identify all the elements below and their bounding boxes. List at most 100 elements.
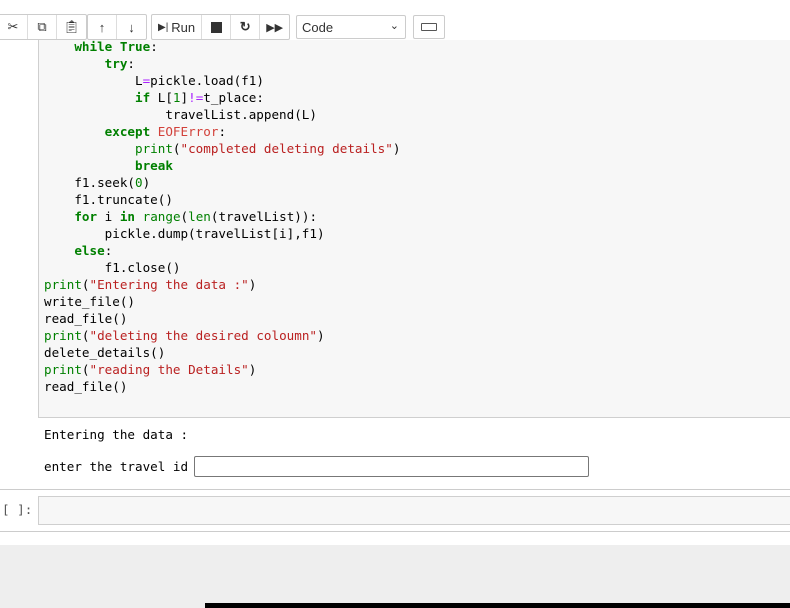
code-token: pickle.load(f1) bbox=[150, 73, 264, 88]
code-line: break bbox=[44, 157, 400, 174]
code-token: ) bbox=[316, 328, 325, 343]
cell-divider bbox=[0, 489, 790, 490]
code-token: i bbox=[97, 209, 120, 224]
code-line: f1.seek(0) bbox=[44, 174, 400, 191]
fast-forward-icon: ▶▶ bbox=[266, 21, 284, 34]
cell-type-select[interactable]: Code ⌄ bbox=[296, 15, 406, 39]
code-token: print bbox=[44, 362, 82, 377]
command-palette-button[interactable] bbox=[413, 15, 445, 39]
code-token: : bbox=[150, 39, 158, 54]
code-token: print bbox=[44, 277, 82, 292]
input-prompt-label: enter the travel id bbox=[44, 459, 189, 474]
code-line: except EOFError: bbox=[44, 123, 400, 140]
code-token: ) bbox=[142, 175, 151, 190]
code-token: f1.close() bbox=[44, 260, 181, 275]
interrupt-button[interactable] bbox=[202, 15, 232, 39]
code-token: for bbox=[74, 209, 98, 224]
run-label: Run bbox=[171, 19, 196, 35]
restart-button[interactable]: ↻ bbox=[231, 15, 261, 39]
code-token: EOFError bbox=[157, 124, 219, 139]
code-token: while bbox=[74, 39, 113, 54]
code-token: range bbox=[142, 209, 181, 224]
code-token: ) bbox=[248, 362, 257, 377]
code-token: read_file() bbox=[44, 379, 128, 394]
code-line: pickle.dump(travelList[i],f1) bbox=[44, 225, 400, 242]
copy-button[interactable]: ⧉ bbox=[28, 15, 57, 39]
paste-icon: 📋︎ bbox=[63, 19, 80, 34]
code-token: print bbox=[44, 328, 82, 343]
code-token: != bbox=[188, 90, 204, 105]
code-line: f1.close() bbox=[44, 259, 400, 276]
code-token: t_place: bbox=[203, 90, 264, 105]
move-up-button[interactable]: ↑ bbox=[88, 15, 117, 39]
edit-group: ✂ ⧉ 📋︎ bbox=[0, 14, 87, 40]
code-cell-editor[interactable]: while True: try: L=pickle.load(f1) if L[… bbox=[38, 38, 790, 418]
arrow-down-icon: ↓ bbox=[128, 19, 135, 35]
code-token: read_file() bbox=[44, 311, 128, 326]
code-token: pickle.dump(travelList[i],f1) bbox=[44, 226, 325, 241]
travel-id-input[interactable] bbox=[194, 456, 589, 477]
code-token: ( bbox=[81, 362, 90, 377]
code-token: L[ bbox=[150, 90, 173, 105]
code-token: ] bbox=[180, 90, 189, 105]
restart-icon: ↻ bbox=[239, 19, 251, 34]
code-token: print bbox=[135, 141, 173, 156]
move-down-button[interactable]: ↓ bbox=[117, 15, 146, 39]
copy-icon: ⧉ bbox=[37, 19, 47, 34]
code-line: write_file() bbox=[44, 293, 400, 310]
code-line: delete_details() bbox=[44, 344, 400, 361]
cell-prompt: [ ]: bbox=[2, 502, 33, 517]
code-line: print("deleting the desired coloumn") bbox=[44, 327, 400, 344]
code-token: break bbox=[135, 158, 173, 173]
code-line: for i in range(len(travelList)): bbox=[44, 208, 400, 225]
code-token: "Entering the data :" bbox=[89, 277, 249, 292]
notebook-footer bbox=[0, 545, 790, 608]
cut-button[interactable]: ✂ bbox=[0, 15, 28, 39]
code-line: if L[1]!=t_place: bbox=[44, 89, 400, 106]
code-token: ( bbox=[180, 209, 189, 224]
code-line: travelList.append(L) bbox=[44, 106, 400, 123]
code-token: if bbox=[135, 90, 151, 105]
code-token: else bbox=[74, 243, 105, 258]
run-group: ▶| Run ↻ ▶▶ bbox=[151, 14, 291, 40]
empty-code-cell[interactable] bbox=[38, 496, 790, 525]
step-forward-icon: ▶| bbox=[158, 21, 169, 33]
code-token: in bbox=[119, 209, 136, 224]
code-content[interactable]: while True: try: L=pickle.load(f1) if L[… bbox=[44, 38, 400, 395]
code-token: ) bbox=[248, 277, 257, 292]
run-all-button[interactable]: ▶▶ bbox=[260, 15, 289, 39]
code-token: f1.seek( bbox=[44, 175, 135, 190]
code-token: : bbox=[127, 56, 136, 71]
code-line: read_file() bbox=[44, 310, 400, 327]
code-token: "deleting the desired coloumn" bbox=[89, 328, 317, 343]
code-token: ) bbox=[392, 141, 401, 156]
code-token: (travelList)): bbox=[210, 209, 318, 224]
code-token: ( bbox=[81, 328, 90, 343]
output-text: Entering the data : bbox=[44, 427, 189, 442]
code-token: write_file() bbox=[44, 294, 135, 309]
keyboard-icon bbox=[421, 23, 437, 31]
paste-button[interactable]: 📋︎ bbox=[57, 15, 86, 39]
code-line: read_file() bbox=[44, 378, 400, 395]
code-token: L bbox=[44, 73, 143, 88]
code-token: ( bbox=[172, 141, 181, 156]
code-token: except bbox=[104, 124, 151, 139]
code-token: "completed deleting details" bbox=[180, 141, 393, 156]
move-group: ↑ ↓ bbox=[87, 14, 147, 40]
code-token: f1.truncate() bbox=[44, 192, 173, 207]
code-token: delete_details() bbox=[44, 345, 166, 360]
code-line: try: bbox=[44, 55, 400, 72]
code-token: : bbox=[104, 243, 113, 258]
scissors-icon: ✂ bbox=[7, 19, 19, 34]
run-button[interactable]: ▶| Run bbox=[152, 15, 203, 39]
code-line: L=pickle.load(f1) bbox=[44, 72, 400, 89]
code-token: travelList.append(L) bbox=[44, 107, 317, 122]
code-token: 1 bbox=[172, 90, 181, 105]
